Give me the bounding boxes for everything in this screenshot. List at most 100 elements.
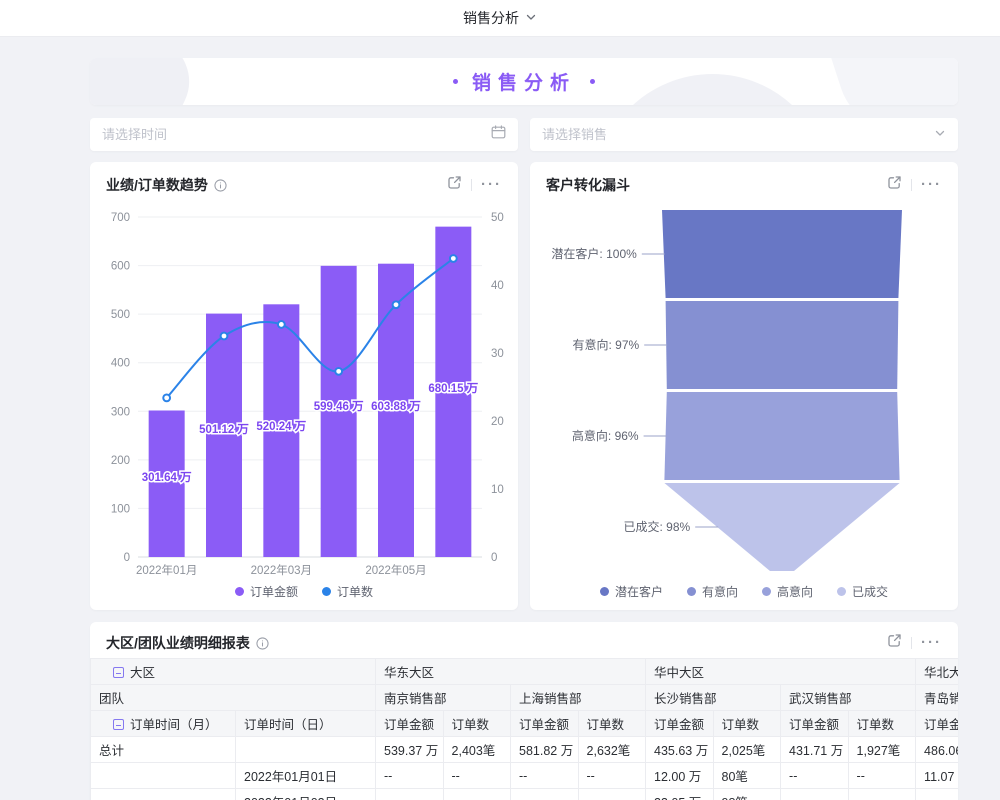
month-cell	[91, 763, 236, 789]
value-cell: 2,632笔	[578, 737, 646, 763]
legend-item-高意向[interactable]: 高意向	[762, 583, 813, 600]
funnel-segment-高意向[interactable]	[664, 392, 899, 480]
day-column-header: 订单时间（日）	[236, 711, 376, 737]
legend-dot	[235, 587, 244, 596]
value-cell: --	[781, 763, 849, 789]
chevron-down-icon[interactable]	[525, 10, 537, 26]
line-point-2022年01月[interactable]	[163, 394, 170, 401]
team-header-南京销售部: 南京销售部	[376, 685, 511, 711]
topbar: 销售分析	[0, 0, 1000, 36]
bar-value-label: 501.12 万	[199, 423, 249, 436]
time-filter-input[interactable]	[102, 127, 491, 142]
region-header-华中大区: 华中大区	[646, 659, 916, 685]
value-cell: --	[443, 763, 511, 789]
funnel-segment-有意向[interactable]	[666, 301, 899, 389]
metric-header-row: 订单时间（月）订单时间（日）订单金额订单数订单金额订单数订单金额订单数订单金额订…	[91, 711, 959, 737]
day-cell: 2022年01月01日	[236, 763, 376, 789]
report-table-wrap: 大区华东大区华中大区华北大区团队南京销售部上海销售部长沙销售部武汉销售部青岛销售…	[90, 658, 958, 800]
day-cell	[236, 737, 376, 763]
value-cell: --	[578, 763, 646, 789]
sales-filter[interactable]	[530, 118, 958, 151]
value-cell: 23.05 万	[646, 789, 714, 800]
divider	[911, 179, 912, 191]
chevron-down-icon[interactable]	[934, 126, 946, 144]
value-cell	[578, 789, 646, 800]
legend-dot	[600, 587, 609, 596]
funnel-stage-label: 已成交: 98%	[624, 519, 691, 534]
page-title: 销售分析	[472, 68, 576, 95]
trend-card-title: 业绩/订单数趋势	[106, 175, 208, 195]
metric-header-订单数-label: 订单数	[857, 718, 895, 732]
metric-header-订单数: 订单数	[578, 711, 646, 737]
funnel-segment-潜在客户[interactable]	[662, 210, 902, 298]
legend-item-订单数[interactable]: 订单数	[322, 583, 373, 600]
bar-value-label: 599.46 万	[314, 400, 364, 413]
team-header-武汉销售部-label: 武汉销售部	[789, 692, 852, 706]
topbar-title[interactable]: 销售分析	[463, 8, 519, 28]
banner-decoration	[90, 58, 204, 105]
trend-legend: 订单金额 订单数	[90, 583, 518, 600]
sales-filter-input[interactable]	[542, 127, 934, 142]
divider	[471, 179, 472, 191]
legend-item-潜在客户[interactable]: 潜在客户	[600, 583, 663, 600]
region-header-华北大区: 华北大区	[916, 659, 958, 685]
value-cell: 11.07 万	[916, 763, 958, 789]
team-header-长沙销售部: 长沙销售部	[646, 685, 781, 711]
value-cell	[848, 789, 916, 800]
export-icon[interactable]	[887, 633, 902, 653]
legend-item-已成交[interactable]: 已成交	[837, 583, 888, 600]
left-axis-tick: 200	[111, 455, 130, 467]
x-axis-tick: 2022年05月	[365, 563, 426, 577]
value-cell: 486.06 万	[916, 737, 958, 763]
trend-chart-card: 业绩/订单数趋势 ··· 010020030040050060070001020…	[90, 162, 518, 610]
line-point-2022年06月[interactable]	[450, 255, 457, 262]
legend-dot	[762, 587, 771, 596]
more-menu-icon[interactable]: ···	[921, 638, 942, 648]
region-header-row: 大区华东大区华中大区华北大区	[91, 659, 959, 685]
value-cell	[443, 789, 511, 800]
collapse-icon[interactable]	[113, 719, 124, 730]
info-icon[interactable]	[256, 637, 269, 650]
metric-header-订单数-label: 订单数	[452, 718, 490, 732]
export-icon[interactable]	[447, 175, 462, 195]
value-cell: --	[376, 763, 444, 789]
legend-dot	[322, 587, 331, 596]
calendar-icon[interactable]	[491, 125, 506, 144]
banner-decoration	[805, 58, 958, 105]
metric-header-订单金额: 订单金额	[646, 711, 714, 737]
team-header-上海销售部: 上海销售部	[511, 685, 646, 711]
left-axis-tick: 400	[111, 358, 130, 370]
month-cell: 总计	[91, 737, 236, 763]
legend-item-订单金额[interactable]: 订单金额	[235, 583, 298, 600]
value-cell: 80笔	[713, 763, 781, 789]
time-filter[interactable]	[90, 118, 518, 151]
right-axis-tick: 40	[491, 280, 504, 292]
line-point-2022年03月[interactable]	[278, 321, 285, 328]
line-point-2022年04月[interactable]	[335, 368, 342, 375]
funnel-stage-label: 有意向: 97%	[573, 337, 640, 352]
legend-label: 订单数	[337, 583, 373, 600]
legend-dot	[687, 587, 696, 596]
bar-value-label: 680.15 万	[428, 382, 478, 395]
info-icon[interactable]	[214, 179, 227, 192]
line-point-2022年05月[interactable]	[393, 301, 400, 308]
export-icon[interactable]	[887, 175, 902, 195]
legend-item-有意向[interactable]: 有意向	[687, 583, 738, 600]
report-table: 大区华东大区华中大区华北大区团队南京销售部上海销售部长沙销售部武汉销售部青岛销售…	[90, 658, 958, 800]
right-axis-tick: 0	[491, 552, 497, 564]
value-cell	[916, 789, 958, 800]
value-cell: 1,927笔	[848, 737, 916, 763]
left-axis-tick: 600	[111, 261, 130, 273]
collapse-icon[interactable]	[113, 667, 124, 678]
value-cell: 539.37 万	[376, 737, 444, 763]
funnel-card-header: 客户转化漏斗 ···	[530, 162, 958, 195]
more-menu-icon[interactable]: ···	[481, 180, 502, 190]
region-row-label: 大区	[91, 659, 376, 685]
value-cell: 2,025笔	[713, 737, 781, 763]
line-point-2022年02月[interactable]	[221, 333, 228, 340]
value-cell	[511, 789, 579, 800]
divider	[911, 637, 912, 649]
left-axis-tick: 100	[111, 503, 130, 515]
report-table-card: 大区/团队业绩明细报表 ··· 大区华东大区华中大区华北大区团队南京销售部上海销…	[90, 622, 958, 800]
more-menu-icon[interactable]: ···	[921, 180, 942, 190]
